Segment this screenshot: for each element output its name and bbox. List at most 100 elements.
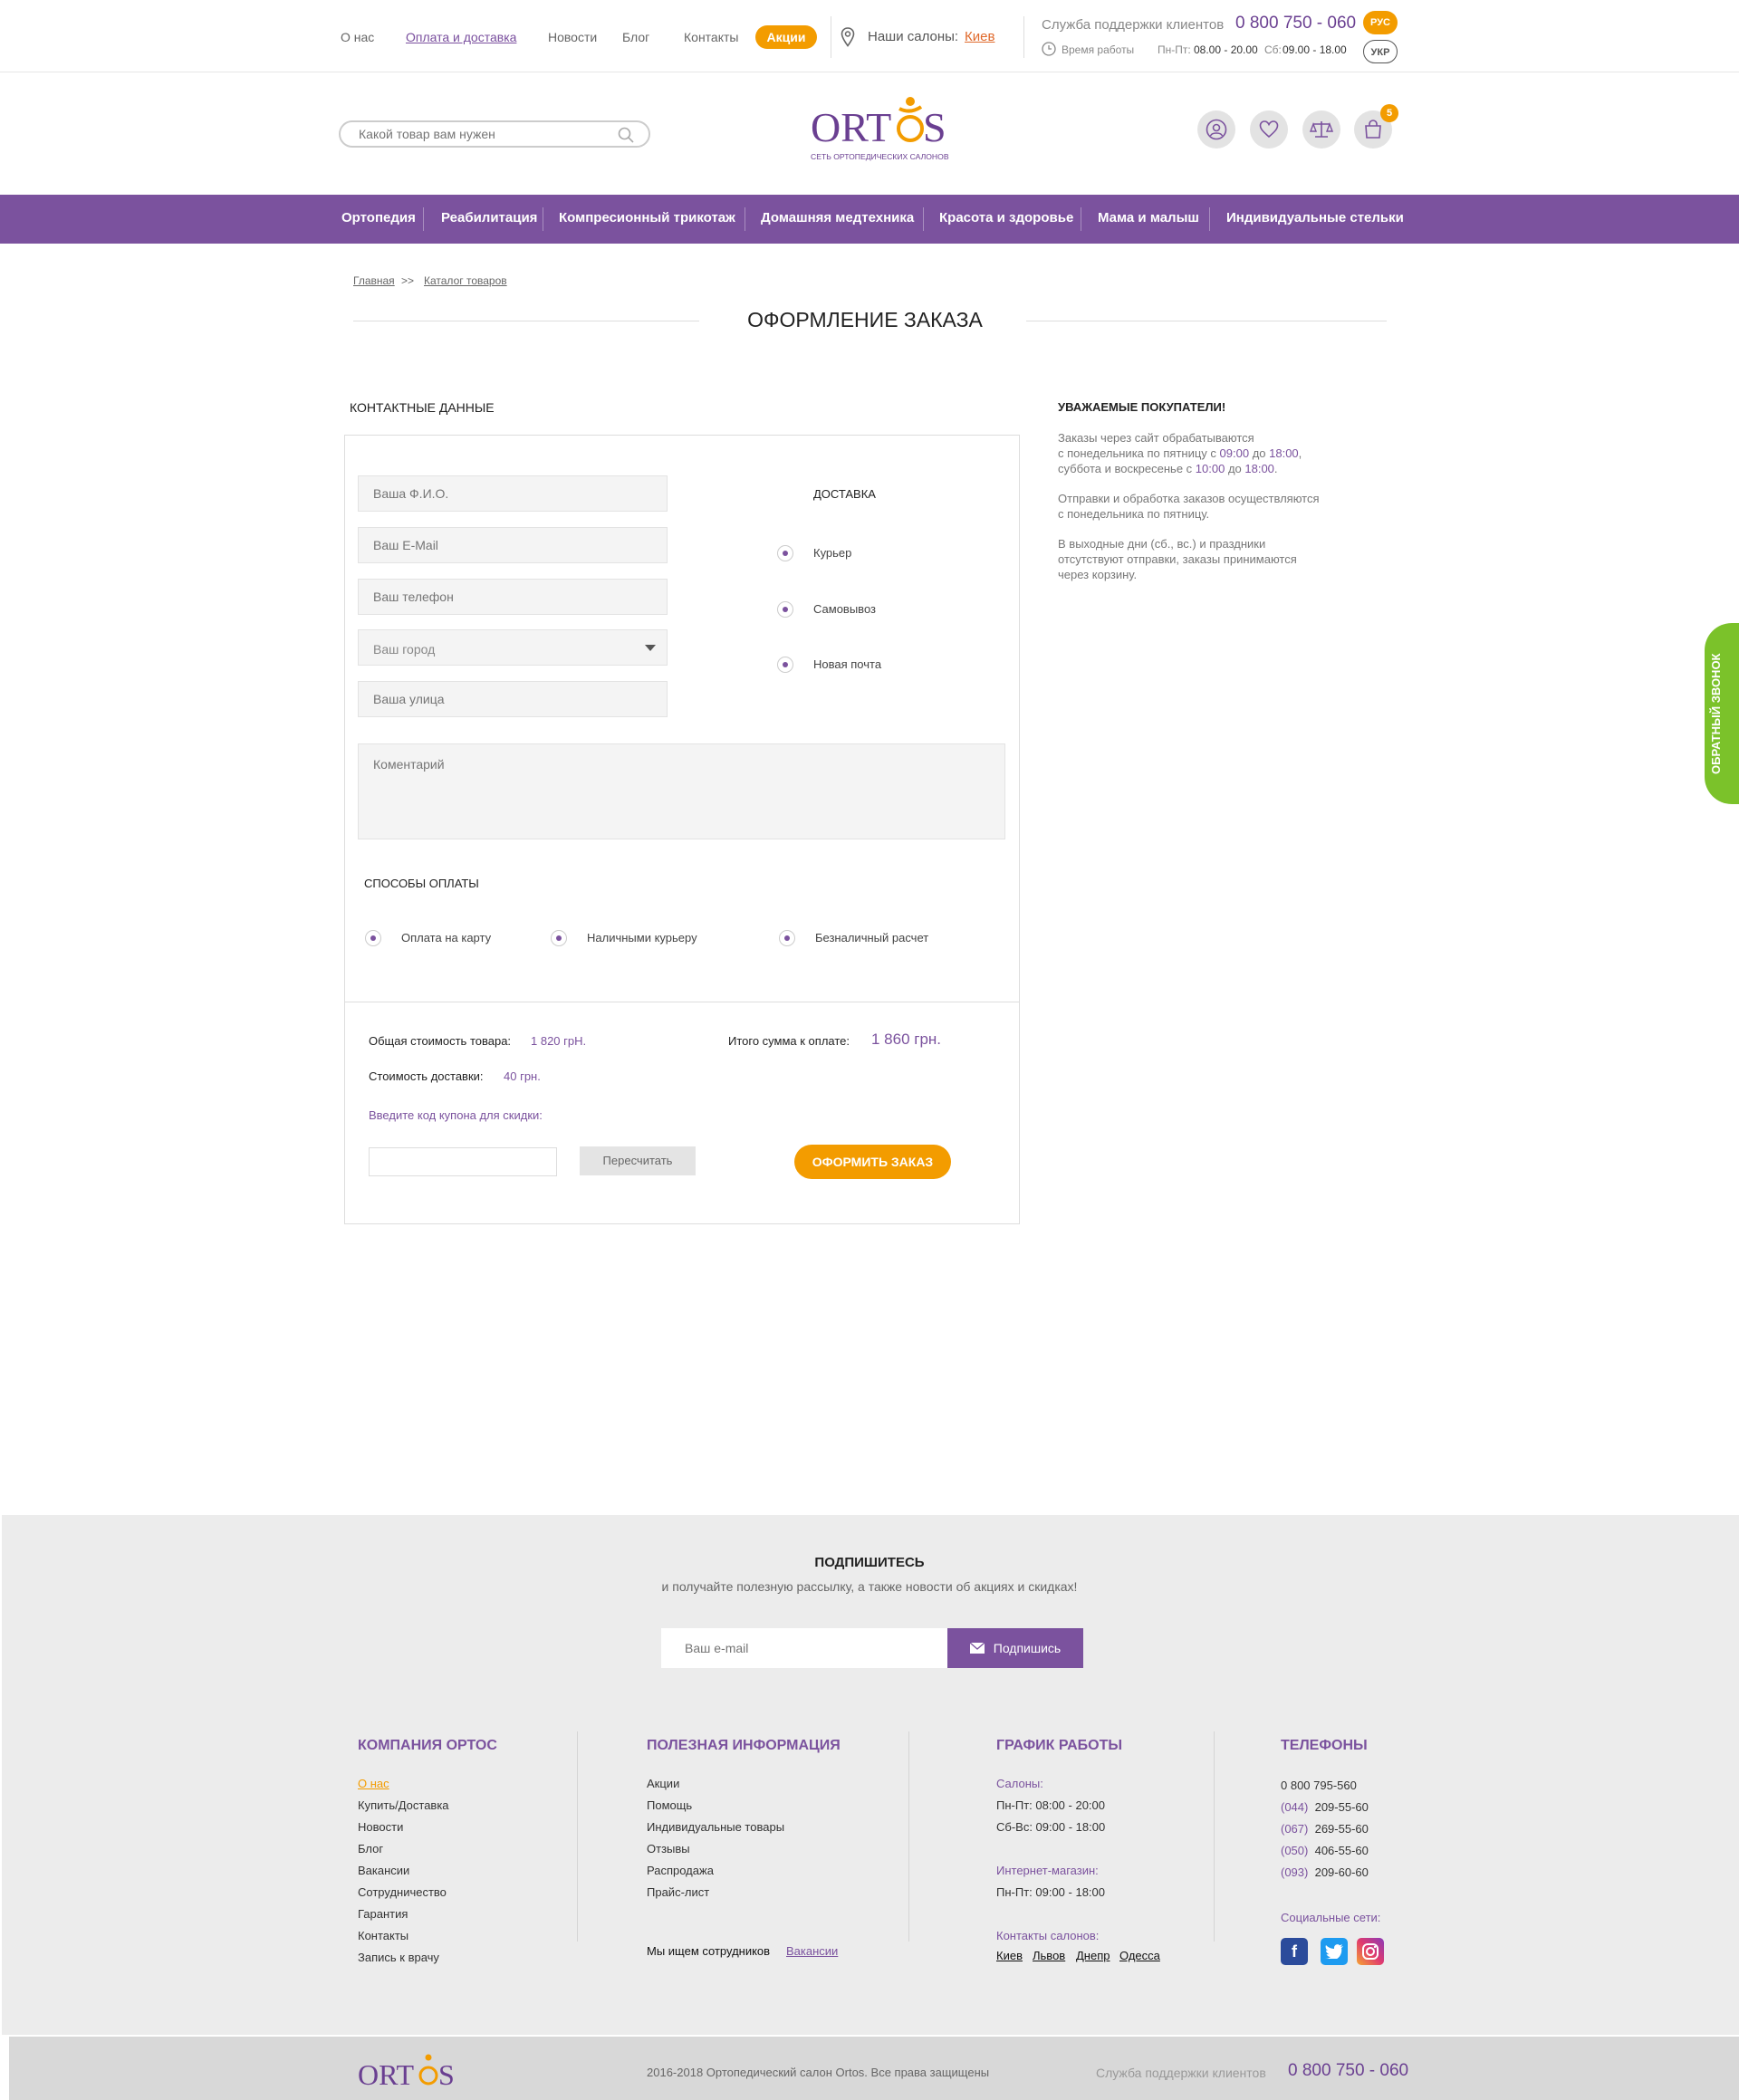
callback-label[interactable]: ОБРАТНЫЙ ЗВОНОК	[1709, 654, 1723, 775]
footer-link-sale[interactable]: Распродажа	[647, 1864, 714, 1877]
phone-input[interactable]	[359, 580, 667, 614]
phone-067[interactable]: (067) 269-55-60	[1281, 1822, 1369, 1836]
subscribe-title: ПОДПИШИТЕСЬ	[814, 1555, 925, 1570]
footer-link-news[interactable]: Новости	[358, 1820, 403, 1834]
phone-050[interactable]: (050) 406-55-60	[1281, 1844, 1369, 1857]
footer-link-promo[interactable]: Акции	[647, 1777, 679, 1790]
subscribe-button-label: Подпишись	[993, 1641, 1062, 1655]
twitter-icon[interactable]	[1321, 1938, 1348, 1965]
footer-link-guarantee[interactable]: Гарантия	[358, 1907, 408, 1921]
breadcrumb-home[interactable]: Главная	[353, 274, 395, 287]
city-link-odesa[interactable]: Одесса	[1119, 1949, 1160, 1962]
phone-free[interactable]: 0 800 795-560	[1281, 1779, 1357, 1792]
search-icon[interactable]	[618, 127, 634, 143]
city-link-kyiv[interactable]: Киев	[996, 1949, 1023, 1962]
jobs-link[interactable]: Вакансии	[786, 1944, 838, 1958]
delivery-cost-value: 40 грн.	[504, 1069, 541, 1083]
top-link-blog[interactable]: Блог	[622, 30, 649, 44]
comment-input[interactable]	[359, 744, 1004, 839]
footer-divider	[908, 1731, 909, 1942]
nav-mother-baby[interactable]: Мама и малыш	[1098, 210, 1199, 225]
promo-button[interactable]: Акции	[755, 25, 817, 49]
lang-ru-button[interactable]: РУС	[1363, 11, 1398, 34]
nav-compression[interactable]: Компресионный трикотаж	[559, 210, 735, 225]
breadcrumb-catalog[interactable]: Каталог товаров	[424, 274, 507, 287]
compare-button[interactable]	[1302, 110, 1340, 149]
footer-link-vacancies[interactable]: Вакансии	[358, 1864, 409, 1877]
name-input[interactable]	[359, 476, 667, 511]
coupon-field	[369, 1147, 557, 1176]
footer-link-buy-delivery[interactable]: Купить/Доставка	[358, 1798, 449, 1812]
footer-link-reviews[interactable]: Отзывы	[647, 1842, 690, 1855]
subscribe-button[interactable]: Подпишись	[947, 1628, 1083, 1668]
top-link-payment-delivery[interactable]: Оплата и доставка	[406, 30, 516, 44]
nav-separator	[923, 207, 924, 231]
nav-insoles[interactable]: Индивидуальные стельки	[1226, 210, 1404, 225]
delivery-courier-label: Курьер	[813, 546, 852, 560]
delivery-pickup-radio[interactable]	[777, 601, 793, 618]
footer-phones-title: ТЕЛЕФОНЫ	[1281, 1738, 1368, 1753]
coupon-input[interactable]	[370, 1148, 556, 1175]
nav-rehabilitation[interactable]: Реабилитация	[441, 210, 537, 225]
delivery-title: ДОСТАВКА	[813, 487, 876, 501]
info-paragraph-weekends: В выходные дни (сб., вс.) и праздники от…	[1058, 537, 1297, 581]
street-input[interactable]	[359, 682, 667, 716]
salons-city-link[interactable]: Киев	[965, 29, 994, 44]
footer-link-about[interactable]: О нас	[358, 1777, 389, 1790]
footer-link-cooperation[interactable]: Сотрудничество	[358, 1885, 447, 1899]
user-icon	[1206, 119, 1227, 140]
account-button[interactable]	[1197, 110, 1235, 149]
delivery-nova-poshta-radio[interactable]	[777, 657, 793, 673]
payment-cash-radio[interactable]	[551, 930, 567, 946]
payment-card-radio[interactable]	[365, 930, 381, 946]
phone-field	[358, 579, 668, 615]
footer-link-help[interactable]: Помощь	[647, 1798, 692, 1812]
top-bar: О нас Оплата и доставка Новости Блог Кон…	[0, 0, 1739, 72]
nav-orthopedics[interactable]: Ортопедия	[341, 210, 416, 225]
support-phone[interactable]: 0 800 750 - 060	[1235, 14, 1356, 34]
nav-home-medtech[interactable]: Домашняя медтехника	[761, 210, 914, 225]
footer-company-title: КОМПАНИЯ ОРТОС	[358, 1738, 497, 1753]
search-input[interactable]	[359, 122, 612, 146]
facebook-icon[interactable]: f	[1281, 1938, 1308, 1965]
instagram-icon[interactable]	[1357, 1938, 1384, 1965]
place-order-button[interactable]: ОФОРМИТЬ ЗАКАЗ	[794, 1145, 951, 1179]
city-select[interactable]: Ваш город	[358, 629, 668, 666]
recalculate-button[interactable]: Пересчитать	[580, 1146, 696, 1175]
total-value: 1 860 грн.	[871, 1031, 942, 1048]
top-link-news[interactable]: Новости	[548, 30, 597, 44]
footer-schedule-title: ГРАФИК РАБОТЫ	[996, 1738, 1123, 1753]
clock-icon	[1042, 42, 1056, 56]
info-paragraph-shipping: Отправки и обработка заказов осуществляю…	[1058, 492, 1320, 521]
subscribe-email-input[interactable]	[661, 1628, 947, 1668]
top-link-contacts[interactable]: Контакты	[684, 30, 738, 44]
payment-cashless-radio[interactable]	[779, 930, 795, 946]
comment-field	[358, 743, 1005, 839]
lang-ua-button[interactable]: УКР	[1363, 40, 1398, 63]
phone-093[interactable]: (093) 209-60-60	[1281, 1865, 1369, 1879]
footer-logo[interactable]: ORT S	[358, 2045, 457, 2095]
page-title: ОФОРМЛЕНИЕ ЗАКАЗА	[747, 308, 983, 331]
bottom-support-phone[interactable]: 0 800 750 - 060	[1288, 2061, 1408, 2081]
nav-beauty-health[interactable]: Красота и здоровье	[939, 210, 1073, 225]
footer-link-blog[interactable]: Блог	[358, 1842, 383, 1855]
city-link-lviv[interactable]: Львов	[1033, 1949, 1065, 1962]
site-logo[interactable]: ORT S СЕТЬ ОРТОПЕДИЧЕСКИХ САЛОНОВ	[809, 87, 949, 168]
schedule-salons-weekdays: Пн-Пт: 08:00 - 20:00	[996, 1798, 1105, 1812]
city-link-dnipro[interactable]: Днепр	[1076, 1949, 1110, 1962]
copyright: 2016-2018 Ортопедический салон Ortos. Вс…	[647, 2066, 990, 2079]
schedule-salons-label: Салоны:	[996, 1777, 1043, 1790]
svg-text:S: S	[438, 2058, 455, 2091]
hours-weekdays-label: Пн-Пт:	[1158, 43, 1191, 56]
jobs-text: Мы ищем сотрудников	[647, 1944, 771, 1958]
delivery-courier-radio[interactable]	[777, 545, 793, 561]
wishlist-button[interactable]	[1250, 110, 1288, 149]
footer-link-custom-products[interactable]: Индивидуальные товары	[647, 1820, 784, 1834]
footer-link-contacts[interactable]: Контакты	[358, 1929, 408, 1942]
top-link-about[interactable]: О нас	[341, 30, 374, 44]
footer-link-price-list[interactable]: Прайс-лист	[647, 1885, 709, 1899]
email-input[interactable]	[359, 528, 667, 562]
footer-link-doctor-appointment[interactable]: Запись к врачу	[358, 1951, 439, 1964]
subscribe-email-field	[661, 1628, 947, 1668]
phone-044[interactable]: (044) 209-55-60	[1281, 1800, 1369, 1814]
